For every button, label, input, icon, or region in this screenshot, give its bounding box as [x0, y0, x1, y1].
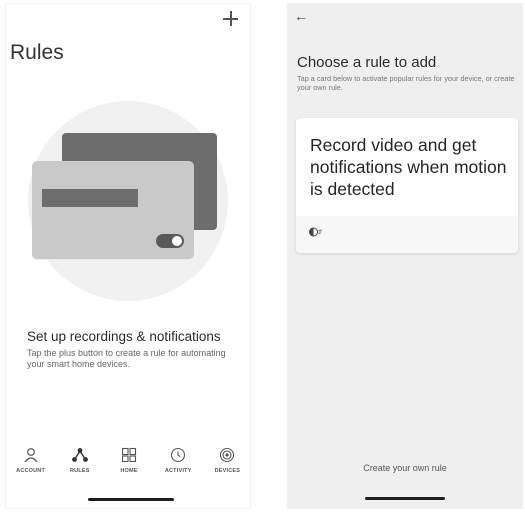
motion-sensor-icon: [309, 227, 322, 237]
activity-clock-icon: [167, 444, 189, 466]
choose-rule-screen: ← Choose a rule to add Tap a card below …: [287, 3, 523, 509]
tab-label: ACTIVITY: [164, 468, 192, 474]
bottom-tab-bar: ACCOUNT RULES HOME ACTIVITY DEVICES: [6, 444, 252, 488]
empty-state-heading: Set up recordings & notifications: [27, 329, 221, 344]
home-indicator: [365, 497, 445, 500]
tab-label: HOME: [120, 468, 138, 474]
tab-home[interactable]: HOME: [106, 444, 152, 488]
illustration-toggle-icon: [156, 234, 184, 248]
page-title: Choose a rule to add: [297, 54, 437, 71]
create-own-rule-button[interactable]: Create your own rule: [287, 463, 523, 473]
illustration-card-front: [32, 161, 194, 259]
back-arrow-icon[interactable]: ←: [294, 8, 308, 24]
grid-home-icon: [118, 444, 140, 466]
tab-account[interactable]: ACCOUNT: [8, 444, 54, 488]
add-rule-button[interactable]: [220, 8, 242, 30]
empty-state-illustration: [28, 101, 228, 301]
tab-devices[interactable]: DEVICES: [204, 444, 250, 488]
rule-card-motion-record[interactable]: Record video and get notifications when …: [296, 118, 518, 253]
page-subtitle: Tap a card below to activate popular rul…: [297, 74, 515, 92]
home-indicator: [88, 498, 174, 501]
tab-rules[interactable]: RULES: [57, 444, 103, 488]
rules-screen: Rules Set up recordings & notifications …: [5, 3, 251, 509]
rule-card-footer: [296, 216, 518, 253]
tab-label: ACCOUNT: [16, 468, 46, 474]
rules-nodes-icon: [69, 444, 91, 466]
person-icon: [20, 444, 42, 466]
tab-activity[interactable]: ACTIVITY: [155, 444, 201, 488]
page-title: Rules: [10, 41, 64, 64]
tab-label: RULES: [69, 468, 90, 474]
devices-target-icon: [216, 444, 238, 466]
empty-state-description: Tap the plus button to create a rule for…: [27, 348, 226, 369]
rule-card-text: Record video and get notifications when …: [310, 135, 507, 199]
tab-label: DEVICES: [214, 468, 241, 474]
illustration-card-bar: [42, 189, 138, 207]
